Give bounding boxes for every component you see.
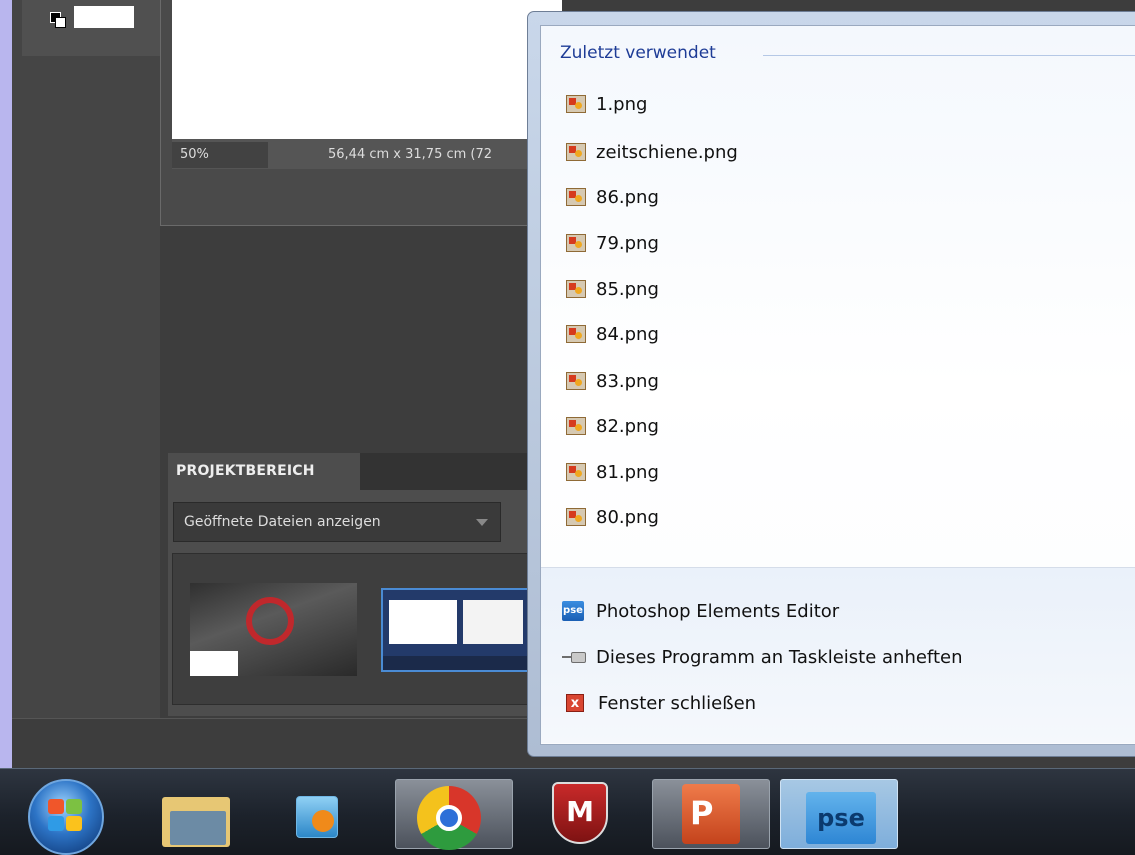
launch-app-task[interactable]: pse Photoshop Elements Editor [562,594,839,628]
recent-file-item[interactable]: 79.png [566,226,659,260]
photoshop-elements-icon: pse [562,601,584,621]
windows-logo-icon [48,799,84,833]
recent-file-item[interactable]: 81.png [566,455,659,489]
open-file-thumbnail-selected[interactable] [381,588,533,672]
swap-colors-icon[interactable] [50,12,66,28]
png-file-icon [566,325,586,343]
recent-file-label: 1.png [596,93,648,115]
thumbnail-window-2 [463,600,523,644]
windows-explorer-icon[interactable] [162,791,234,849]
recent-file-label: zeitschiene.png [596,141,738,163]
thumbnail-white-area [190,651,238,676]
powerpoint-icon: P [682,784,740,844]
recent-file-item[interactable]: 1.png [566,87,647,121]
thumbnail-window-1 [389,600,457,644]
background-color-swatch[interactable] [74,6,134,28]
divider [763,55,1135,56]
photoshop-elements-icon: pse [806,792,876,844]
close-window-task[interactable]: x Fenster schließen [566,686,756,720]
recent-file-label: 83.png [596,370,659,392]
png-file-icon [566,234,586,252]
recent-file-label: 85.png [596,278,659,300]
task-label: Dieses Programm an Taskleiste anheften [596,646,963,668]
recent-file-label: 79.png [596,232,659,254]
recent-file-label: 84.png [596,323,659,345]
thumbnail-taskbar [383,656,531,670]
document-dimensions: 56,44 cm x 31,75 cm (72 [328,147,493,162]
open-file-thumbnail[interactable] [190,583,357,676]
recent-file-item[interactable]: zeitschiene.png [566,135,738,169]
recent-file-label: 82.png [596,415,659,437]
task-label: Photoshop Elements Editor [596,600,840,622]
dropdown-value: Geöffnete Dateien anzeigen [184,514,381,530]
pse-bottom-bar [12,718,542,769]
png-file-icon [566,143,586,161]
workspace-background [160,226,560,456]
recent-file-item[interactable]: 85.png [566,272,659,306]
tools-panel [12,0,160,718]
recent-file-item[interactable]: 82.png [566,409,659,443]
jumplist-section-title: Zuletzt verwendet [560,43,716,63]
recent-file-item[interactable]: 86.png [566,180,659,214]
recent-file-label: 81.png [596,461,659,483]
biohazard-image [246,597,294,645]
png-file-icon [566,280,586,298]
png-file-icon [566,95,586,113]
document-canvas[interactable] [172,0,562,139]
recent-file-item[interactable]: 83.png [566,364,659,398]
close-icon: x [566,694,584,712]
png-file-icon [566,372,586,390]
pin-icon [562,652,586,663]
recent-file-label: 86.png [596,186,659,208]
recent-file-label: 80.png [596,506,659,528]
png-file-icon [566,188,586,206]
media-player-icon[interactable] [296,796,348,848]
tab-projektbereich[interactable]: PROJEKTBEREICH [168,453,360,490]
project-view-dropdown[interactable]: Geöffnete Dateien anzeigen [173,502,501,542]
png-file-icon [566,463,586,481]
chrome-icon [417,786,481,850]
chevron-down-icon [476,519,488,526]
document-status-bar: 50% 56,44 cm x 31,75 cm (72 [172,139,552,169]
recent-file-item[interactable]: 80.png [566,500,659,534]
pin-to-taskbar-task[interactable]: Dieses Programm an Taskleiste anheften [562,640,963,674]
zoom-level-field[interactable]: 50% [172,142,268,168]
recent-file-item[interactable]: 84.png [566,317,659,351]
png-file-icon [566,417,586,435]
task-label: Fenster schließen [598,692,757,714]
mcafee-icon[interactable]: M [552,782,608,844]
png-file-icon [566,508,586,526]
